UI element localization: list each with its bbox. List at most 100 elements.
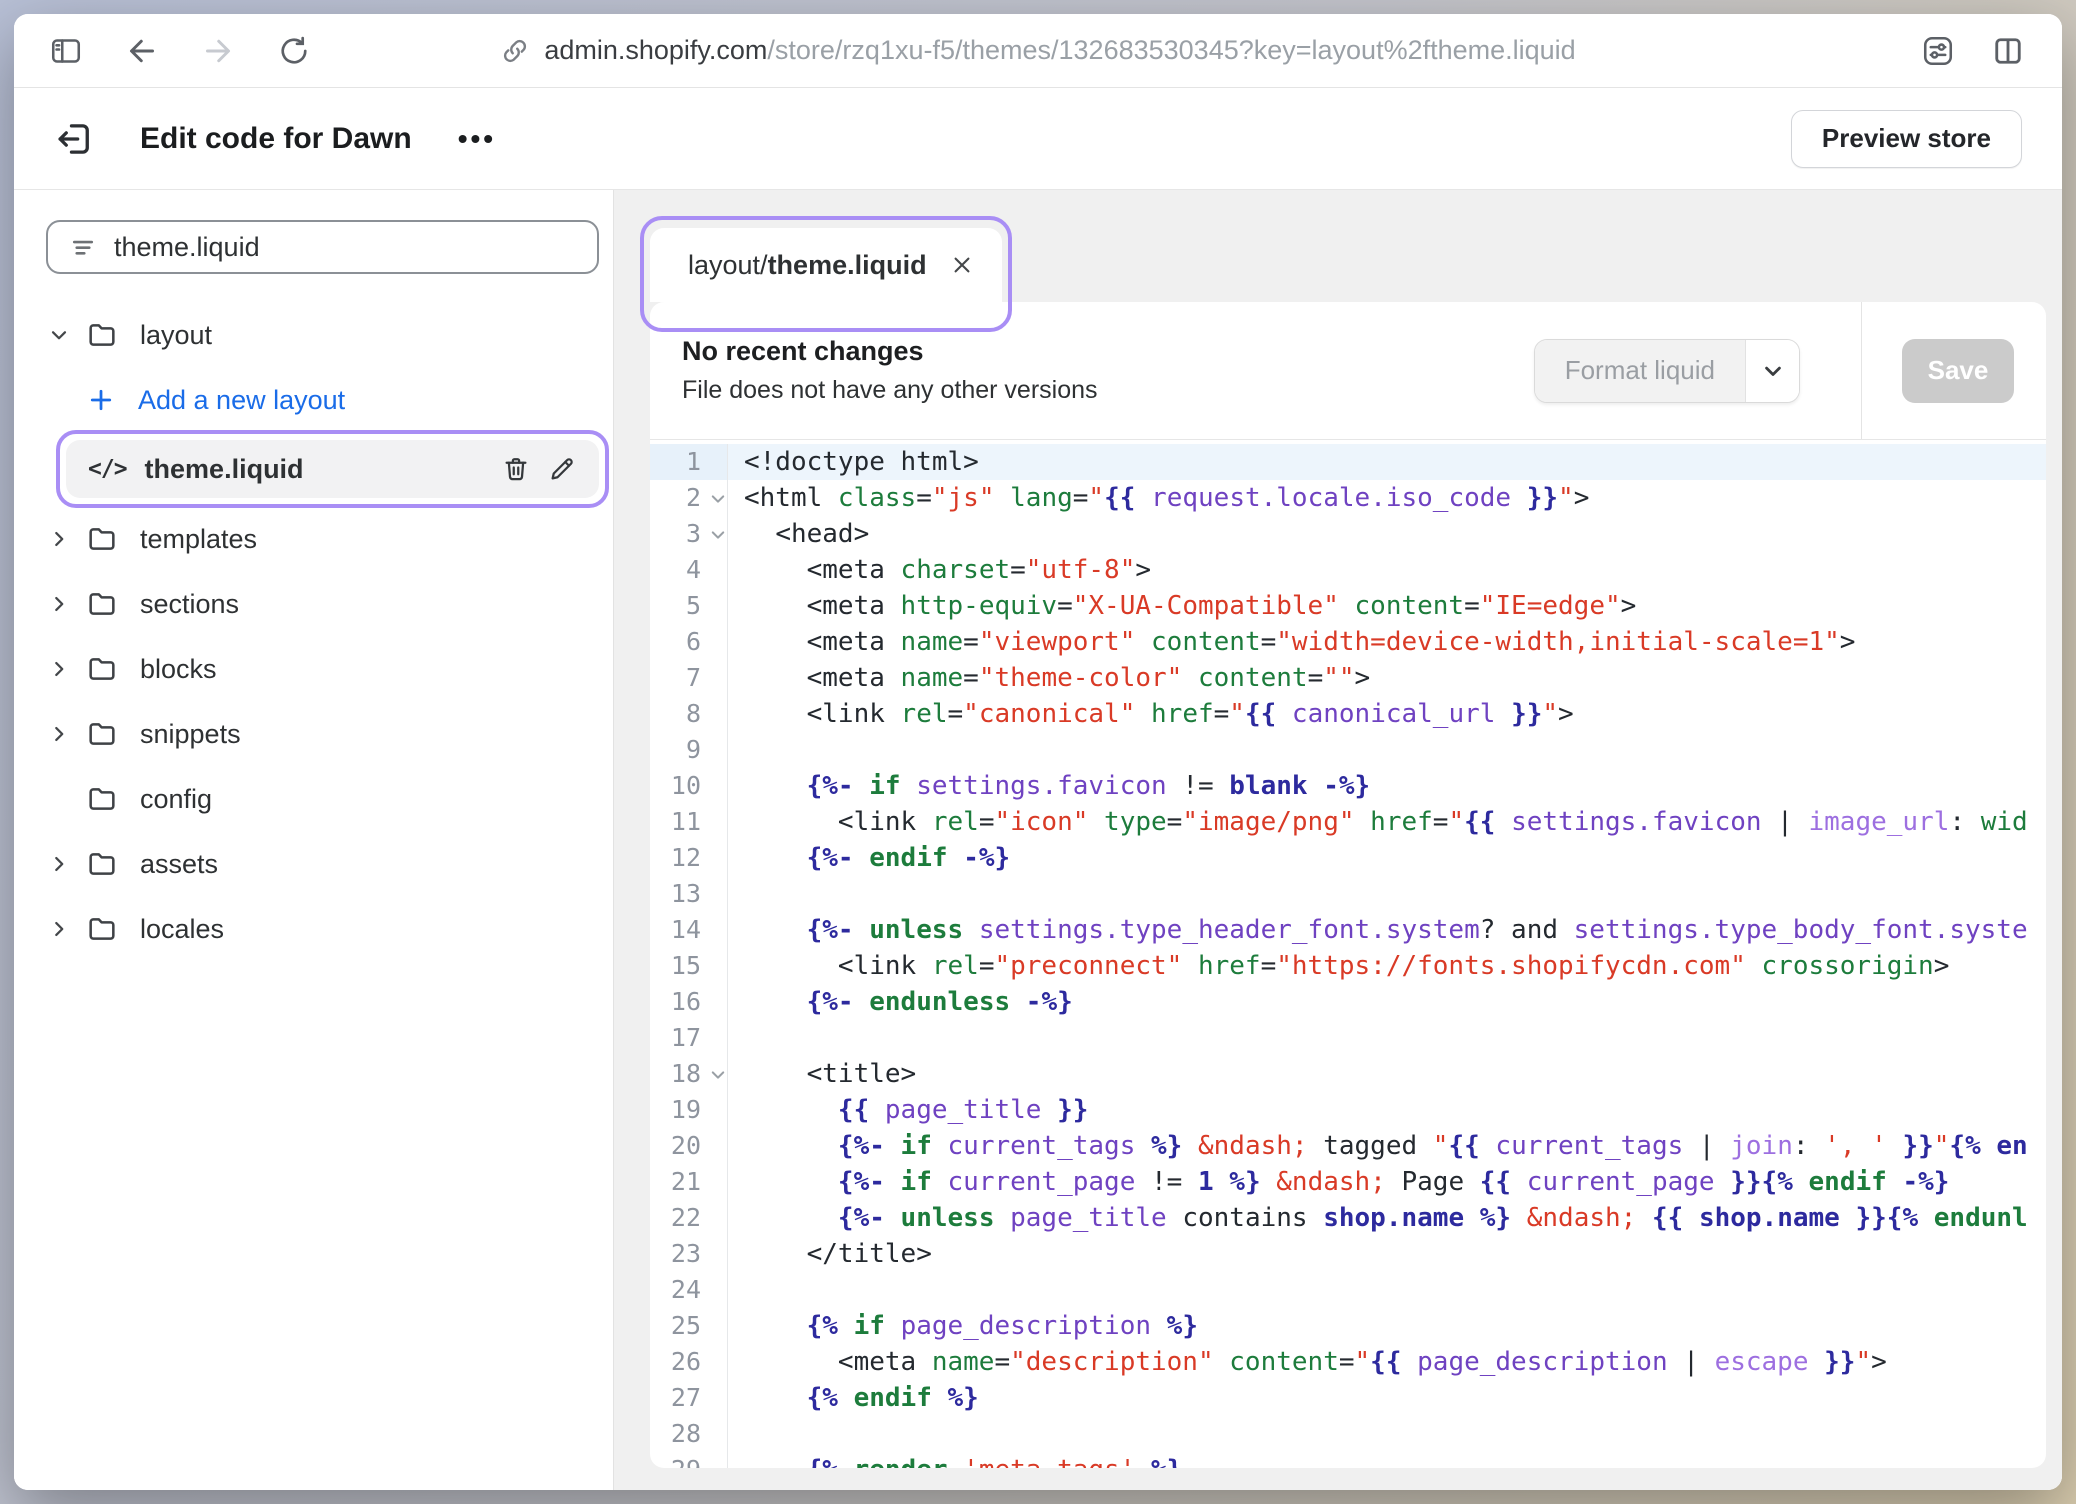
- code-line-14[interactable]: 14 {%- unless settings.type_header_font.…: [650, 912, 2046, 948]
- sidebar-item-theme.liquid[interactable]: </>theme.liquid: [66, 440, 599, 498]
- code-line-15[interactable]: 15 <link rel="preconnect" href="https://…: [650, 948, 2046, 984]
- sidebar-item-snippets[interactable]: snippets: [46, 709, 599, 759]
- code-line-content[interactable]: {%- unless settings.type_header_font.sys…: [728, 912, 2046, 948]
- sidebar-item-assets[interactable]: assets: [46, 839, 599, 889]
- overflow-menu-icon[interactable]: •••: [458, 123, 496, 155]
- sidebar-item-blocks[interactable]: blocks: [46, 644, 599, 694]
- sidebar-toggle-icon[interactable]: [48, 33, 84, 69]
- code-line-7[interactable]: 7 <meta name="theme-color" content="">: [650, 660, 2046, 696]
- code-line-6[interactable]: 6 <meta name="viewport" content="width=d…: [650, 624, 2046, 660]
- delete-file-icon[interactable]: [493, 454, 539, 484]
- code-line-3[interactable]: 3 <head>: [650, 516, 2046, 552]
- code-line-28[interactable]: 28: [650, 1416, 2046, 1452]
- sidebar-item-layout[interactable]: layout: [46, 310, 599, 360]
- reload-icon[interactable]: [276, 33, 312, 69]
- code-line-content[interactable]: {%- if settings.favicon != blank -%}: [728, 768, 2046, 804]
- chevron-right-icon[interactable]: [46, 591, 86, 617]
- add-layout-button[interactable]: Add a new layout: [46, 375, 599, 425]
- code-line-content[interactable]: </title>: [728, 1236, 2046, 1272]
- page-settings-icon[interactable]: [1920, 33, 1956, 69]
- code-line-content[interactable]: [728, 1020, 2046, 1056]
- code-line-content[interactable]: {% endif %}: [728, 1380, 2046, 1416]
- code-line-13[interactable]: 13: [650, 876, 2046, 912]
- preview-store-button[interactable]: Preview store: [1791, 110, 2022, 168]
- chevron-down-icon[interactable]: [1745, 340, 1799, 402]
- code-line-24[interactable]: 24: [650, 1272, 2046, 1308]
- code-editor[interactable]: 1<!doctype html>2<html class="js" lang="…: [650, 440, 2046, 1468]
- code-line-content[interactable]: <!doctype html>: [728, 444, 2046, 480]
- code-line-19[interactable]: 19 {{ page_title }}: [650, 1092, 2046, 1128]
- code-line-content[interactable]: <link rel="canonical" href="{{ canonical…: [728, 696, 2046, 732]
- code-line-content[interactable]: {% if page_description %}: [728, 1308, 2046, 1344]
- forward-arrow-icon[interactable]: [200, 33, 236, 69]
- code-line-content[interactable]: <meta name="theme-color" content="">: [728, 660, 2046, 696]
- code-line-16[interactable]: 16 {%- endunless -%}: [650, 984, 2046, 1020]
- code-line-content[interactable]: {% render 'meta-tags' %}: [728, 1452, 2046, 1468]
- code-line-27[interactable]: 27 {% endif %}: [650, 1380, 2046, 1416]
- code-line-18[interactable]: 18 <title>: [650, 1056, 2046, 1092]
- code-line-content[interactable]: {{ page_title }}: [728, 1092, 2046, 1128]
- code-line-content[interactable]: <meta charset="utf-8">: [728, 552, 2046, 588]
- sidebar-item-locales[interactable]: locales: [46, 904, 599, 954]
- code-line-10[interactable]: 10 {%- if settings.favicon != blank -%}: [650, 768, 2046, 804]
- search-input[interactable]: [114, 232, 577, 263]
- fold-chevron-icon[interactable]: [709, 490, 727, 508]
- code-line-content[interactable]: <meta name="viewport" content="width=dev…: [728, 624, 2046, 660]
- code-line-content[interactable]: <link rel="preconnect" href="https://fon…: [728, 948, 2046, 984]
- rename-file-icon[interactable]: [539, 454, 585, 484]
- file-search-field[interactable]: [46, 220, 599, 274]
- fold-chevron-icon[interactable]: [709, 526, 727, 544]
- fold-chevron-icon[interactable]: [709, 1066, 727, 1084]
- code-line-content[interactable]: [728, 876, 2046, 912]
- code-line-5[interactable]: 5 <meta http-equiv="X-UA-Compatible" con…: [650, 588, 2046, 624]
- code-line-9[interactable]: 9: [650, 732, 2046, 768]
- code-line-content[interactable]: <meta name="description" content="{{ pag…: [728, 1344, 2046, 1380]
- code-line-26[interactable]: 26 <meta name="description" content="{{ …: [650, 1344, 2046, 1380]
- code-line-content[interactable]: {%- if current_tags %} &ndash; tagged "{…: [728, 1128, 2046, 1164]
- chevron-down-icon[interactable]: [46, 322, 86, 348]
- chevron-right-icon[interactable]: [46, 851, 86, 877]
- code-line-21[interactable]: 21 {%- if current_page != 1 %} &ndash; P…: [650, 1164, 2046, 1200]
- exit-icon[interactable]: [54, 118, 96, 160]
- code-line-content[interactable]: {%- unless page_title contains shop.name…: [728, 1200, 2046, 1236]
- code-line-content[interactable]: {%- if current_page != 1 %} &ndash; Page…: [728, 1164, 2046, 1200]
- code-line-8[interactable]: 8 <link rel="canonical" href="{{ canonic…: [650, 696, 2046, 732]
- code-line-content[interactable]: [728, 732, 2046, 768]
- sidebar-item-templates[interactable]: templates: [46, 514, 599, 564]
- chevron-right-icon[interactable]: [46, 916, 86, 942]
- code-line-content[interactable]: <link rel="icon" type="image/png" href="…: [728, 804, 2046, 840]
- code-line-17[interactable]: 17: [650, 1020, 2046, 1056]
- split-view-icon[interactable]: [1990, 33, 2026, 69]
- chevron-right-icon[interactable]: [46, 526, 86, 552]
- code-line-1[interactable]: 1<!doctype html>: [650, 444, 2046, 480]
- chevron-right-icon[interactable]: [46, 721, 86, 747]
- address-bar[interactable]: admin.shopify.com/store/rzq1xu-f5/themes…: [14, 14, 2062, 87]
- code-line-11[interactable]: 11 <link rel="icon" type="image/png" hre…: [650, 804, 2046, 840]
- code-line-content[interactable]: [728, 1416, 2046, 1452]
- sidebar-item-sections[interactable]: sections: [46, 579, 599, 629]
- line-number: 8: [650, 696, 728, 732]
- format-liquid-split-button: Format liquid: [1534, 339, 1800, 403]
- code-line-content[interactable]: [728, 1272, 2046, 1308]
- close-icon[interactable]: [948, 251, 976, 279]
- code-line-content[interactable]: <title>: [728, 1056, 2046, 1092]
- code-line-20[interactable]: 20 {%- if current_tags %} &ndash; tagged…: [650, 1128, 2046, 1164]
- sidebar-item-config[interactable]: config: [46, 774, 599, 824]
- code-line-29[interactable]: 29 {% render 'meta-tags' %}: [650, 1452, 2046, 1468]
- code-line-12[interactable]: 12 {%- endif -%}: [650, 840, 2046, 876]
- code-line-23[interactable]: 23 </title>: [650, 1236, 2046, 1272]
- code-line-22[interactable]: 22 {%- unless page_title contains shop.n…: [650, 1200, 2046, 1236]
- code-line-4[interactable]: 4 <meta charset="utf-8">: [650, 552, 2046, 588]
- code-line-content[interactable]: {%- endunless -%}: [728, 984, 2046, 1020]
- chevron-right-icon[interactable]: [46, 656, 86, 682]
- code-line-content[interactable]: <head>: [728, 516, 2046, 552]
- save-button[interactable]: Save: [1902, 339, 2014, 403]
- code-line-content[interactable]: <meta http-equiv="X-UA-Compatible" conte…: [728, 588, 2046, 624]
- code-line-content[interactable]: {%- endif -%}: [728, 840, 2046, 876]
- code-line-2[interactable]: 2<html class="js" lang="{{ request.local…: [650, 480, 2046, 516]
- code-line-content[interactable]: <html class="js" lang="{{ request.locale…: [728, 480, 2046, 516]
- code-line-25[interactable]: 25 {% if page_description %}: [650, 1308, 2046, 1344]
- back-arrow-icon[interactable]: [124, 33, 160, 69]
- format-liquid-button[interactable]: Format liquid: [1535, 340, 1745, 402]
- tab-theme-liquid[interactable]: layout/theme.liquid: [650, 228, 1002, 302]
